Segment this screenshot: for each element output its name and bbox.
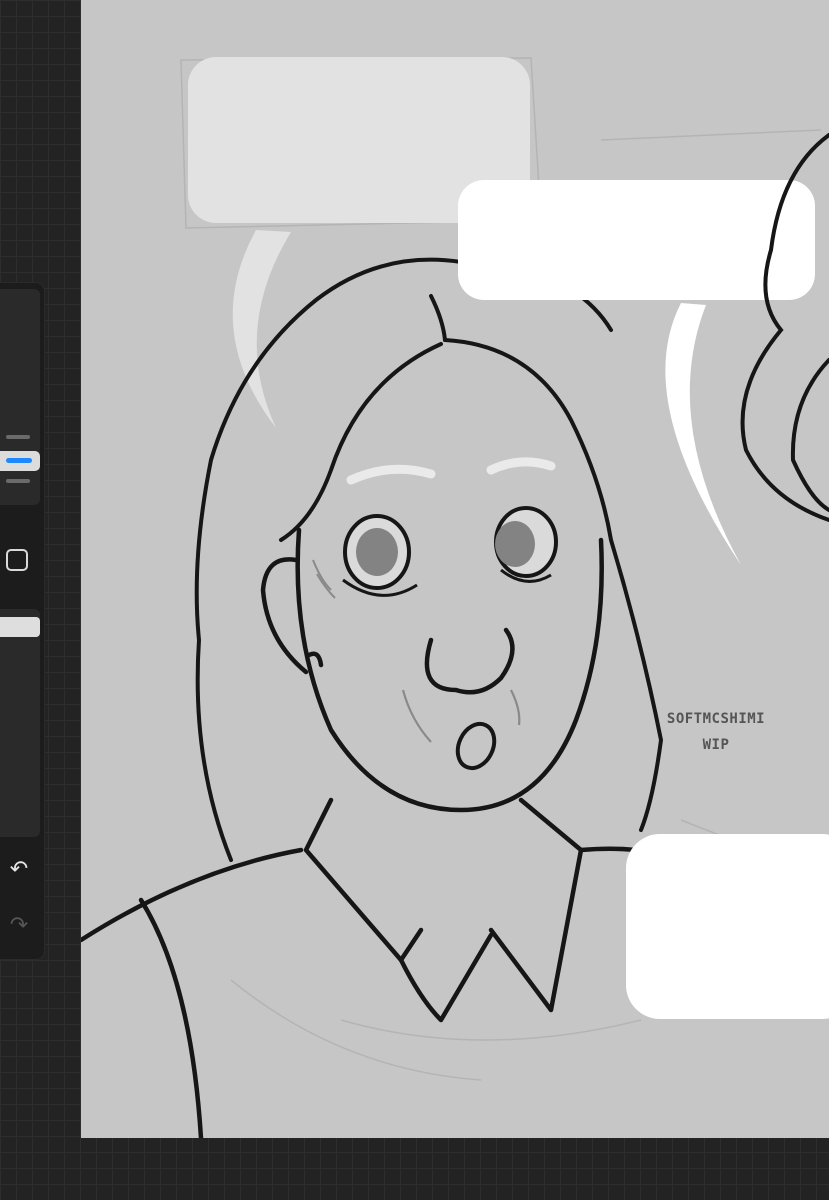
slider-tick <box>6 479 30 483</box>
watermark-line-1: SOFTMCSHIMI <box>666 711 766 727</box>
face-outline <box>260 527 604 813</box>
watermark: SOFTMCSHIMI WIP <box>641 706 791 758</box>
eyebrows <box>346 457 556 485</box>
artwork <box>81 57 829 1138</box>
brush-size-slider[interactable] <box>0 289 40 505</box>
hair-outline <box>194 257 664 862</box>
collar-outline <box>81 797 684 1138</box>
eyes <box>312 506 558 599</box>
drawing-canvas[interactable]: SOFTMCSHIMI WIP <box>81 0 829 1138</box>
speech-bubble-3 <box>626 834 829 1019</box>
brush-size-indicator <box>6 458 32 463</box>
tool-sidebar: ↶ ↷ <box>0 283 44 959</box>
redo-icon[interactable]: ↷ <box>4 911 34 941</box>
opacity-thumb[interactable] <box>0 617 40 637</box>
square-icon[interactable] <box>6 549 28 571</box>
opacity-slider[interactable] <box>0 609 40 837</box>
watermark-line-2: WIP <box>702 737 730 753</box>
mouth <box>455 721 497 771</box>
speech-bubble-2 <box>458 180 815 565</box>
undo-icon[interactable]: ↶ <box>4 855 34 885</box>
brush-size-thumb[interactable] <box>0 451 40 471</box>
slider-tick <box>6 435 30 439</box>
